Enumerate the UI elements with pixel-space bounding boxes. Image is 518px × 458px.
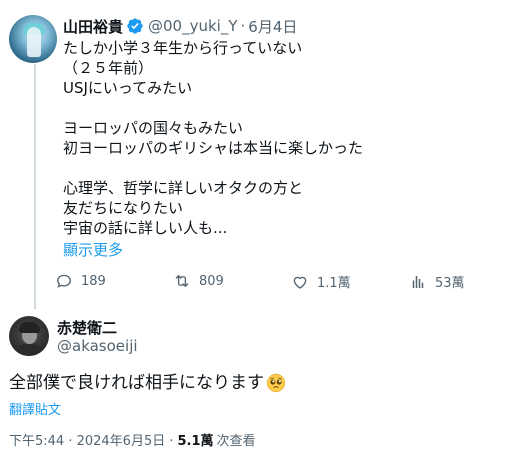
reply-text: 全部僕で良ければ相手になります: [9, 371, 286, 395]
verified-badge-icon: [126, 17, 144, 35]
author-handle[interactable]: @00_yuki_Y: [148, 17, 238, 35]
reply-avatar[interactable]: [9, 316, 49, 356]
reply-metadata: 下午5:44 · 2024年6月5日 · 5.1萬 次查看: [9, 430, 256, 449]
separator-dot: ·: [240, 17, 246, 35]
show-more-link[interactable]: 顯示更多: [63, 239, 123, 260]
pleading-face-icon: [266, 373, 286, 393]
tweet-date[interactable]: 6月4日: [248, 16, 297, 37]
tweet-line: 心理学、哲学に詳しいオタクの方と: [63, 179, 304, 197]
analytics-icon: [412, 275, 424, 288]
repost-button[interactable]: 809: [173, 272, 224, 290]
tweet-line: 友だちになりたい: [63, 199, 184, 217]
reply-count: 189: [81, 273, 106, 289]
tweet-actions-bar: 189 809 1.1萬 53萬: [55, 272, 465, 292]
tweet-line: たしか小学３年生から行っていない: [63, 39, 303, 57]
reply-author-name[interactable]: 赤楚衛二: [57, 317, 117, 338]
reply-author-handle[interactable]: @akasoeiji: [57, 337, 138, 355]
view-count: 53萬: [435, 276, 465, 291]
tweet-line: 宇宙の話に詳しい人も...: [63, 219, 228, 237]
repost-icon: [175, 275, 189, 287]
like-count: 1.1萬: [317, 276, 351, 291]
translate-post-link[interactable]: 翻譯貼文: [9, 399, 61, 418]
author-name[interactable]: 山田裕貴: [63, 16, 123, 37]
tweet-text: たしか小学３年生から行っていない （２５年前） USJにいってみたい ヨーロッパ…: [63, 38, 503, 238]
reply-button[interactable]: 189: [55, 272, 106, 290]
tweet-header: 山田裕貴 @00_yuki_Y · 6月4日: [63, 16, 297, 36]
tweet-line: USJにいってみたい: [63, 79, 193, 97]
avatar-figure: [27, 27, 41, 57]
reply-view-count: 5.1萬: [177, 434, 214, 449]
views-button[interactable]: 53萬: [409, 272, 465, 291]
tweet-line: 初ヨーロッパのギリシャは本当に楽しかった: [63, 139, 364, 157]
avatar-hair: [19, 322, 40, 333]
reply-views-label: 次查看: [216, 434, 256, 449]
reply-icon: [57, 274, 71, 288]
avatar-body: [14, 344, 44, 356]
avatar[interactable]: [9, 15, 57, 63]
thread-connector-line: [34, 64, 36, 309]
reply-timestamp[interactable]: 下午5:44 · 2024年6月5日 ·: [9, 430, 173, 449]
reply-text-content: 全部僕で良ければ相手になります: [9, 373, 264, 393]
heart-icon: [293, 276, 307, 289]
repost-count: 809: [199, 273, 224, 289]
tweet-line: ヨーロッパの国々もみたい: [63, 119, 244, 137]
like-button[interactable]: 1.1萬: [291, 272, 351, 291]
tweet-line: （２５年前）: [63, 59, 154, 77]
